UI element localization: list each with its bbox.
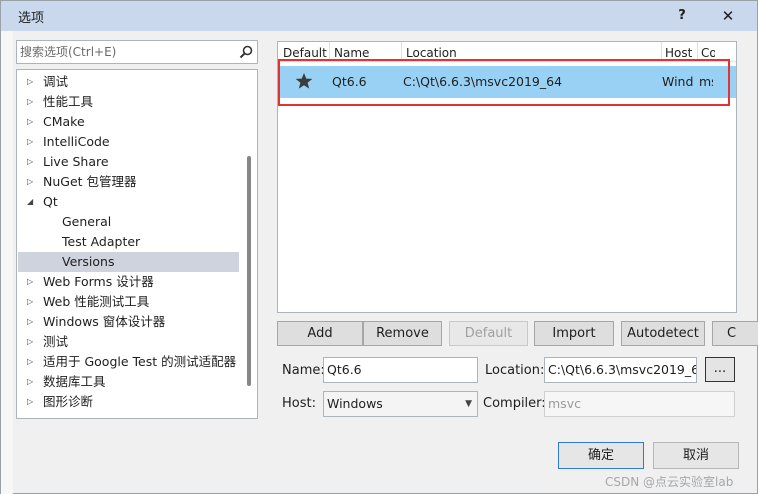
- tree-item-label: IntelliCode: [43, 134, 110, 149]
- collapsed-arrow-icon[interactable]: ▷: [27, 92, 37, 112]
- name-label: Name:: [282, 363, 325, 378]
- expanded-arrow-icon[interactable]: ◢: [27, 192, 37, 212]
- tree-item[interactable]: ▷ Web Forms 设计器: [18, 272, 239, 292]
- tree-item[interactable]: ▷ IntelliCode: [18, 132, 239, 152]
- tree-item[interactable]: ▷ 适用于 Google Test 的测试适配器: [18, 352, 239, 372]
- collapsed-arrow-icon[interactable]: ▷: [27, 272, 37, 292]
- tree-item-label: NuGet 包管理器: [43, 174, 137, 189]
- tree-item[interactable]: ▷ 调试: [18, 72, 239, 92]
- background-window-strip: [1, 31, 13, 494]
- collapsed-arrow-icon[interactable]: ▷: [27, 292, 37, 312]
- import-button[interactable]: Import: [534, 321, 614, 346]
- tree-scrollbar[interactable]: [243, 70, 257, 418]
- tree-item[interactable]: ▷ 数据库工具: [18, 372, 239, 392]
- host-select[interactable]: Windows ▼: [323, 391, 478, 417]
- collapsed-arrow-icon[interactable]: ▷: [27, 312, 37, 332]
- location-label: Location:: [485, 363, 545, 378]
- tree-item[interactable]: General: [18, 212, 239, 232]
- autodetect-button[interactable]: Autodetect: [621, 321, 705, 346]
- cleanup-button[interactable]: C: [712, 321, 758, 346]
- tree-item[interactable]: ▷ NuGet 包管理器: [18, 172, 239, 192]
- tree-item[interactable]: ▷ Live Share: [18, 152, 239, 172]
- watermark: CSDN @点云实验室lab: [605, 475, 734, 489]
- tree-item-label: General: [62, 214, 112, 229]
- search-icon[interactable]: [238, 44, 254, 60]
- tree-item[interactable]: ▷ CMake: [18, 112, 239, 132]
- title-bar: 选项 ? ✕: [1, 1, 757, 31]
- tree-item[interactable]: Test Adapter: [18, 232, 239, 252]
- close-button[interactable]: ✕: [717, 5, 739, 27]
- collapsed-arrow-icon[interactable]: ▷: [27, 352, 37, 372]
- tree-item[interactable]: ▷ 图形诊断: [18, 392, 239, 412]
- search-box[interactable]: [16, 40, 258, 64]
- browse-button[interactable]: ...: [705, 357, 735, 382]
- tree-item-label: 调试: [43, 74, 69, 89]
- collapsed-arrow-icon[interactable]: ▷: [27, 112, 37, 132]
- cancel-button[interactable]: 取消: [653, 442, 739, 469]
- add-button[interactable]: Add: [277, 321, 363, 346]
- name-field[interactable]: Qt6.6: [323, 357, 478, 383]
- tree-item-label: Web 性能测试工具: [43, 294, 150, 309]
- host-label: Host:: [282, 396, 316, 411]
- ok-button[interactable]: 确定: [558, 442, 644, 469]
- tree-item[interactable]: ▷ 性能工具: [18, 92, 239, 112]
- help-button[interactable]: ?: [671, 5, 693, 27]
- collapsed-arrow-icon[interactable]: ▷: [27, 372, 37, 392]
- tree-item[interactable]: Versions: [18, 252, 239, 272]
- tree-scrollbar-thumb[interactable]: [247, 156, 251, 386]
- dialog-title: 选项: [18, 11, 45, 26]
- collapsed-arrow-icon[interactable]: ▷: [27, 392, 37, 412]
- collapsed-arrow-icon[interactable]: ▷: [27, 72, 37, 92]
- tree-item[interactable]: ▷ 测试: [18, 332, 239, 352]
- tree-item-label: Live Share: [43, 154, 109, 169]
- host-select-value: Windows: [327, 396, 383, 411]
- remove-button[interactable]: Remove: [363, 321, 442, 346]
- tree-item-label: CMake: [43, 114, 85, 129]
- tree-item[interactable]: ◢ Qt: [18, 192, 239, 212]
- tree-item[interactable]: ▷ Web 性能测试工具: [18, 292, 239, 312]
- tree-item-label: Web Forms 设计器: [43, 274, 154, 289]
- compiler-field[interactable]: msvc: [544, 391, 735, 417]
- tree-item-label: Qt: [43, 194, 58, 209]
- tree-item-label: Windows 窗体设计器: [43, 314, 166, 329]
- tree-item[interactable]: ▷ Windows 窗体设计器: [18, 312, 239, 332]
- tree-item-label: 数据库工具: [43, 374, 106, 389]
- compiler-label: Compiler:: [483, 396, 546, 411]
- chevron-down-icon: ▼: [465, 399, 472, 409]
- annotation-highlight: [278, 59, 730, 106]
- collapsed-arrow-icon[interactable]: ▷: [27, 152, 37, 172]
- tree-item-label: 适用于 Google Test 的测试适配器: [43, 354, 237, 369]
- tree-item-label: Test Adapter: [62, 234, 141, 249]
- collapsed-arrow-icon[interactable]: ▷: [27, 172, 37, 192]
- location-field[interactable]: C:\Qt\6.6.3\msvc2019_64: [544, 357, 697, 383]
- tree-item-label: 测试: [43, 334, 69, 349]
- tree-item-label: 性能工具: [43, 94, 94, 109]
- collapsed-arrow-icon[interactable]: ▷: [27, 132, 37, 152]
- tree-item-label: 图形诊断: [43, 394, 94, 409]
- search-input[interactable]: [20, 44, 230, 60]
- options-dialog: 选项 ? ✕ ▷ 调试 ▷ 性能工具 ▷ CMake ▷ IntelliCode ▷ Live S…: [0, 0, 758, 494]
- collapsed-arrow-icon[interactable]: ▷: [27, 332, 37, 352]
- options-tree[interactable]: ▷ 调试 ▷ 性能工具 ▷ CMake ▷ IntelliCode ▷ Live Share ▷ Nu…: [16, 69, 258, 419]
- default-button[interactable]: Default: [449, 321, 528, 346]
- tree-item-label: Versions: [62, 254, 115, 269]
